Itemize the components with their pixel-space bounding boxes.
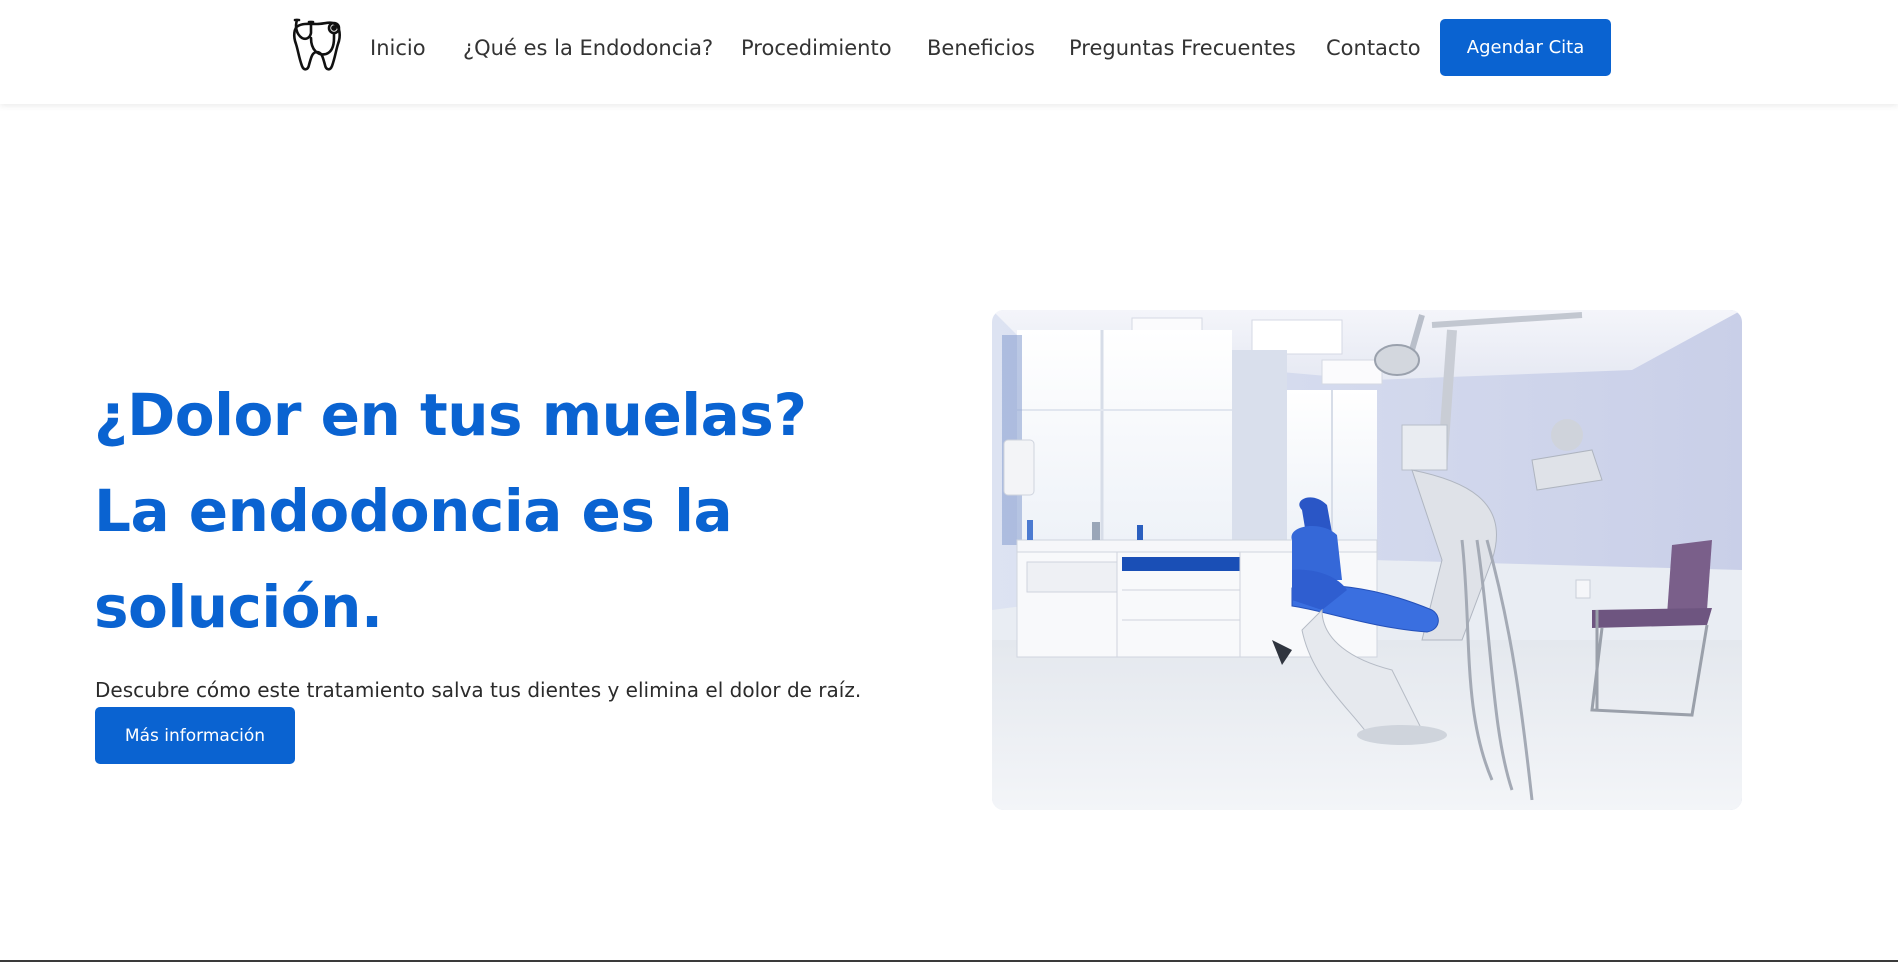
nav-preguntas-frecuentes[interactable]: Preguntas Frecuentes <box>1069 33 1296 63</box>
mas-informacion-button[interactable]: Más información <box>95 707 295 764</box>
nav-inicio[interactable]: Inicio <box>370 33 426 63</box>
tooth-stethoscope-icon[interactable] <box>288 12 350 74</box>
nav-que-es-endodoncia[interactable]: ¿Qué es la Endodoncia? <box>463 33 713 63</box>
nav-procedimiento[interactable]: Procedimiento <box>741 33 892 63</box>
dental-clinic-image <box>992 310 1742 810</box>
hero-title: ¿Dolor en tus muelas? La endodoncia es l… <box>94 381 807 641</box>
nav-beneficios[interactable]: Beneficios <box>927 33 1035 63</box>
nav-contacto[interactable]: Contacto <box>1326 33 1421 63</box>
site-header: Inicio ¿Qué es la Endodoncia? Procedimie… <box>0 0 1898 104</box>
hero-subtitle: Descubre cómo este tratamiento salva tus… <box>95 678 862 702</box>
agendar-cita-button[interactable]: Agendar Cita <box>1440 19 1611 76</box>
